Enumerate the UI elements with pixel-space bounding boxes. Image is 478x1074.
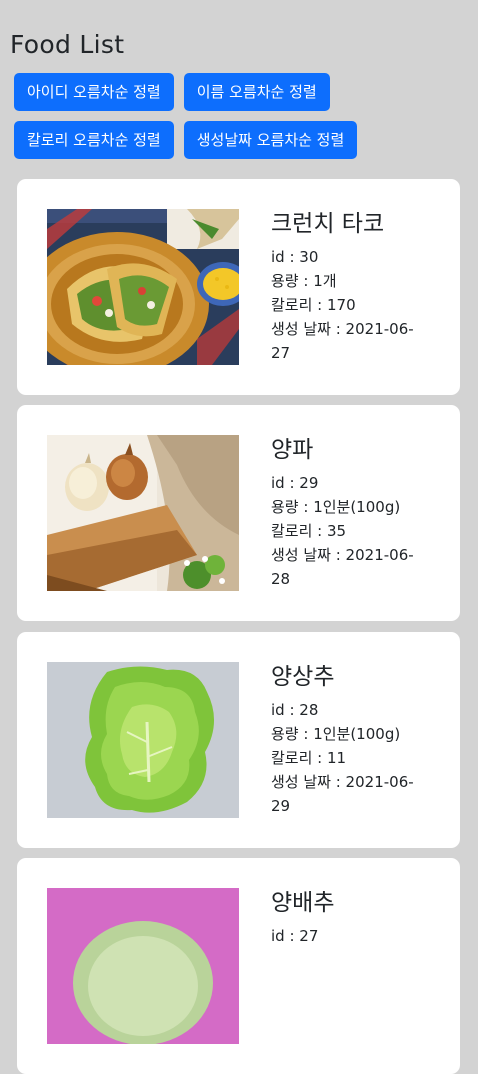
food-amount: 용량 : 1인분(100g) bbox=[271, 498, 401, 516]
food-info: 양상추 id : 28 용량 : 1인분(100g) 칼로리 : 11 생성 날… bbox=[271, 660, 441, 818]
sort-by-name-button[interactable]: 이름 오름차순 정렬 bbox=[183, 73, 330, 111]
food-created-date: 생성 날짜 : 2021-06- bbox=[271, 320, 414, 338]
food-info: 크런치 타코 id : 30 용량 : 1개 칼로리 : 170 생성 날짜 :… bbox=[271, 207, 441, 365]
food-amount: 용량 : 1개 bbox=[271, 272, 337, 290]
food-card: 양배추 id : 27 bbox=[17, 858, 460, 1074]
food-created-date-cont: 27 bbox=[271, 344, 291, 362]
sort-button-row-2: 칼로리 오름차순 정렬 생성날짜 오름차순 정렬 bbox=[14, 121, 358, 159]
food-card: 양파 id : 29 용량 : 1인분(100g) 칼로리 : 35 생성 날짜… bbox=[17, 405, 460, 621]
food-card: 크런치 타코 id : 30 용량 : 1개 칼로리 : 170 생성 날짜 :… bbox=[17, 179, 460, 395]
food-id: id : 28 bbox=[271, 701, 319, 719]
food-info: 양파 id : 29 용량 : 1인분(100g) 칼로리 : 35 생성 날짜… bbox=[271, 433, 441, 591]
food-name: 양상추 bbox=[271, 664, 335, 690]
food-name: 크런치 타코 bbox=[271, 211, 385, 237]
food-image-cabbage bbox=[47, 888, 239, 1044]
sort-by-calorie-button[interactable]: 칼로리 오름차순 정렬 bbox=[14, 121, 174, 159]
food-image-lettuce bbox=[47, 662, 239, 818]
food-created-date-cont: 28 bbox=[271, 570, 291, 588]
sort-button-row-1: 아이디 오름차순 정렬 이름 오름차순 정렬 bbox=[14, 73, 330, 111]
food-created-date: 생성 날짜 : 2021-06- bbox=[271, 546, 414, 564]
food-name: 양배추 bbox=[271, 890, 335, 916]
food-id: id : 30 bbox=[271, 248, 319, 266]
sort-by-date-button[interactable]: 생성날짜 오름차순 정렬 bbox=[183, 121, 358, 159]
food-image-onion bbox=[47, 435, 239, 591]
food-created-date: 생성 날짜 : 2021-06- bbox=[271, 773, 414, 791]
food-created-date-cont: 29 bbox=[271, 797, 291, 815]
food-id: id : 27 bbox=[271, 927, 319, 945]
food-image-taco bbox=[47, 209, 239, 365]
food-name: 양파 bbox=[271, 437, 314, 463]
sort-by-id-button[interactable]: 아이디 오름차순 정렬 bbox=[14, 73, 174, 111]
food-calorie: 칼로리 : 170 bbox=[271, 296, 356, 314]
food-card: 양상추 id : 28 용량 : 1인분(100g) 칼로리 : 11 생성 날… bbox=[17, 632, 460, 848]
food-id: id : 29 bbox=[271, 474, 319, 492]
food-info: 양배추 id : 27 bbox=[271, 886, 441, 948]
food-amount: 용량 : 1인분(100g) bbox=[271, 725, 401, 743]
food-calorie: 칼로리 : 11 bbox=[271, 749, 347, 767]
food-calorie: 칼로리 : 35 bbox=[271, 522, 347, 540]
page-title: Food List bbox=[10, 30, 125, 59]
